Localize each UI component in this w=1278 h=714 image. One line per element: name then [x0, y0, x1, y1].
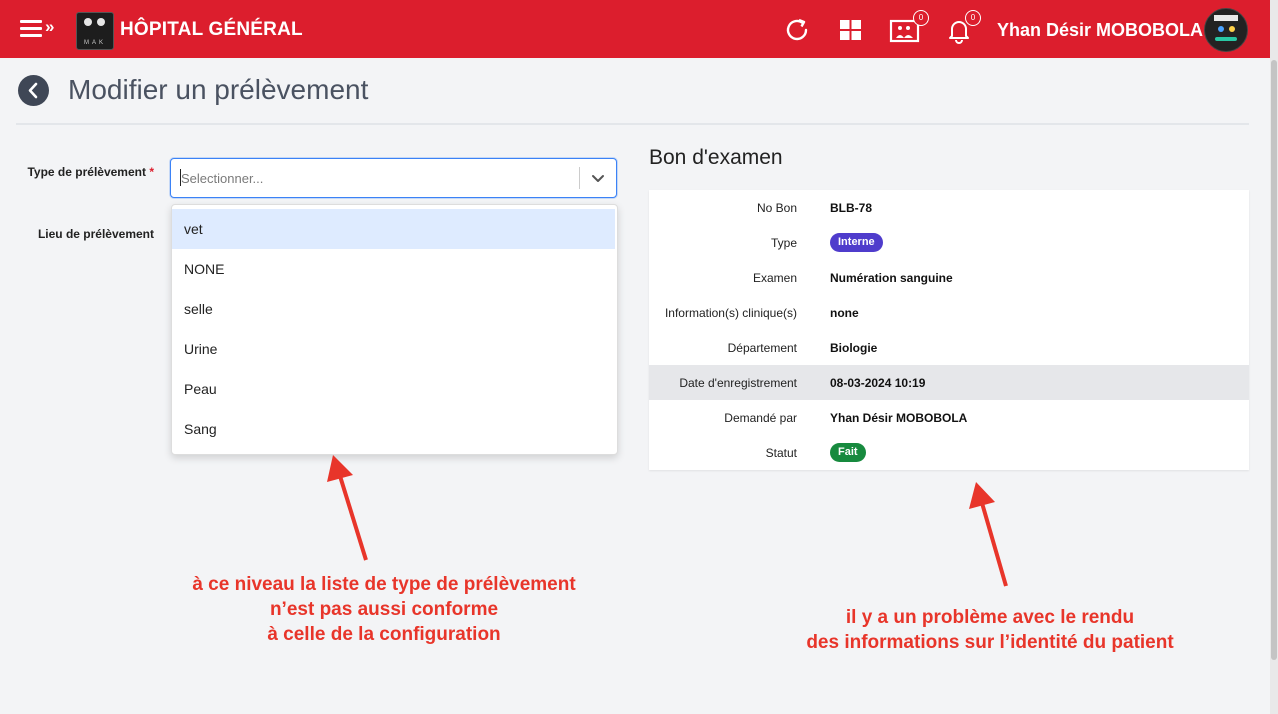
select-placeholder: Selectionner... — [181, 171, 264, 186]
type-prelevement-dropdown: vet NONE selle Urine Peau Sang — [171, 204, 618, 455]
detail-key: Département — [727, 341, 797, 355]
messages-button[interactable]: 0 — [889, 10, 929, 44]
detail-value: Numération sanguine — [830, 271, 953, 285]
detail-row: Date d'enregistrement 08-03-2024 10:19 — [649, 365, 1249, 400]
left-arrow-icon — [338, 475, 368, 561]
left-arrowhead-icon — [327, 455, 353, 482]
detail-key: Date d'enregistrement — [679, 376, 797, 390]
annotation-line: n’est pas aussi conforme — [269, 599, 499, 620]
menu-icon — [20, 20, 42, 41]
dropdown-option[interactable]: Peau — [172, 369, 615, 409]
text-caret — [180, 169, 181, 186]
required-mark: * — [149, 165, 154, 179]
select-separator — [579, 167, 580, 189]
message-count-badge: 0 — [913, 10, 929, 26]
detail-value: Biologie — [830, 341, 878, 355]
right-annotation: il y a un problème avec le rendu des inf… — [760, 605, 1220, 655]
exam-details-card: No Bon BLB-78 Type Interne Examen Numéra… — [649, 190, 1249, 470]
app-title[interactable]: HÔPITAL GÉNÉRAL — [120, 19, 303, 41]
scrollbar-thumb[interactable] — [1271, 60, 1277, 660]
back-button[interactable] — [18, 75, 49, 106]
page-scrollbar[interactable] — [1270, 0, 1278, 714]
detail-row: Département Biologie — [649, 330, 1249, 365]
avatar[interactable] — [1204, 8, 1248, 52]
detail-value: Yhan Désir MOBOBOLA — [830, 411, 968, 425]
refresh-icon — [786, 18, 808, 41]
detail-key: Examen — [752, 271, 797, 285]
right-arrowhead-icon — [969, 482, 995, 509]
app-logo[interactable]: MAK — [76, 12, 114, 50]
detail-row: Demandé par Yhan Désir MOBOBOLA — [649, 400, 1249, 435]
left-annotation: à ce niveau la liste de type de prélèvem… — [150, 572, 618, 647]
status-badge: Fait — [830, 443, 866, 462]
annotation-line: des informations sur l’identité du patie… — [806, 632, 1174, 653]
dropdown-option[interactable]: selle — [172, 289, 615, 329]
menu-toggle-button[interactable]: » — [20, 17, 58, 42]
annotation-line: à ce niveau la liste de type de prélèvem… — [192, 574, 576, 595]
notifications-button[interactable]: 0 — [945, 10, 981, 44]
detail-key: Type — [770, 236, 797, 250]
detail-value: 08-03-2024 10:19 — [830, 376, 926, 390]
grid-icon — [840, 20, 861, 40]
detail-row: Information(s) clinique(s) none — [649, 295, 1249, 330]
dropdown-option[interactable]: vet — [172, 209, 615, 249]
type-label-text: Type de prélèvement — [27, 165, 146, 179]
logo-text: MAK — [83, 40, 106, 46]
page-title: Modifier un prélèvement — [68, 74, 369, 105]
annotation-line: à celle de la configuration — [267, 624, 501, 645]
detail-key: Statut — [765, 446, 797, 460]
dropdown-option[interactable]: Sang — [172, 409, 615, 449]
detail-key: No Bon — [756, 201, 797, 215]
type-badge: Interne — [830, 233, 883, 252]
detail-row: No Bon BLB-78 — [649, 190, 1249, 225]
chevron-down-icon[interactable] — [590, 170, 606, 186]
refresh-button[interactable] — [783, 16, 811, 44]
double-chevron-icon: » — [45, 17, 55, 36]
right-arrow-icon — [980, 502, 1008, 587]
header-divider — [16, 123, 1249, 125]
type-prelevement-select[interactable]: Selectionner... — [170, 158, 617, 198]
detail-value: BLB-78 — [830, 201, 873, 215]
annotation-line: il y a un problème avec le rendu — [845, 607, 1135, 628]
chevron-left-icon — [28, 82, 38, 99]
dropdown-option[interactable]: NONE — [172, 249, 615, 289]
top-navbar: » MAK HÔPITAL GÉNÉRAL 0 0 Yhan Désir MOB… — [0, 0, 1270, 58]
detail-key: Demandé par — [724, 411, 797, 425]
detail-row: Examen Numération sanguine — [649, 260, 1249, 295]
lieu-prelevement-label: Lieu de prélèvement — [37, 227, 154, 241]
detail-row: Statut Fait — [649, 435, 1249, 470]
detail-value: none — [830, 306, 859, 320]
detail-row: Type Interne — [649, 225, 1249, 260]
user-name[interactable]: Yhan Désir MOBOBOLA — [997, 20, 1203, 41]
notification-count-badge: 0 — [965, 10, 981, 26]
apps-grid-button[interactable] — [837, 16, 865, 44]
detail-key: Information(s) clinique(s) — [664, 306, 797, 320]
dropdown-option[interactable]: Urine — [172, 329, 615, 369]
type-prelevement-label: Type de prélèvement * — [20, 165, 154, 179]
exam-section-title: Bon d'examen — [649, 146, 783, 169]
